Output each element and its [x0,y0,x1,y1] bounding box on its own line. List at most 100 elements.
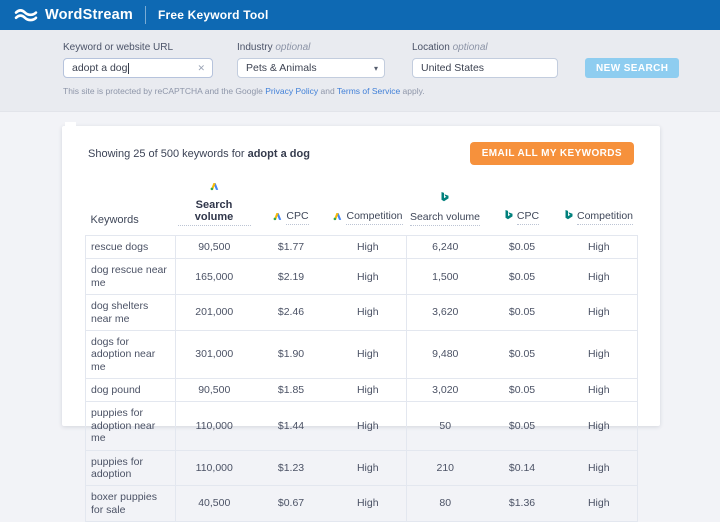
table-row: rescue dogs90,500$1.77High6,240$0.05High [86,236,638,259]
keyword-input-label: Keyword or website URL [63,42,213,53]
google-competition-cell: High [330,450,407,486]
google-search-volume-cell: 301,000 [176,330,253,378]
results-summary: Showing 25 of 500 keywords for adopt a d… [88,148,310,160]
industry-select-label: Industry optional [237,42,385,53]
bing-cpc-cell: $0.05 [484,379,561,402]
keyword-table-body: rescue dogs90,500$1.77High6,240$0.05High… [86,236,638,522]
top-bar: WordStream Free Keyword Tool [0,0,720,30]
google-cpc-cell: $1.77 [253,236,330,259]
page-title: Free Keyword Tool [158,8,269,22]
google-search-volume-cell: 165,000 [176,259,253,295]
bing-cpc-cell: $0.05 [484,295,561,331]
bing-competition-cell: High [561,295,638,331]
chevron-down-icon: ▾ [374,65,378,73]
google-search-volume-cell: 90,500 [176,236,253,259]
bing-cpc-cell: $0.05 [484,402,561,450]
google-search-volume-cell: 40,500 [176,486,253,522]
bing-search-volume-cell: 3,020 [407,379,484,402]
bing-search-volume-cell: 80 [407,486,484,522]
google-competition-cell: High [330,379,407,402]
bing-competition-cell: High [561,486,638,522]
recaptcha-notice: This site is protected by reCAPTCHA and … [63,86,720,96]
text-caret [128,63,129,74]
keyword-cell: puppies for adoption near me [86,402,176,450]
google-search-volume-cell: 110,000 [176,402,253,450]
google-search-volume-column-header[interactable]: Search volume [176,176,253,236]
bing-cpc-cell: $1.36 [484,486,561,522]
google-search-volume-cell: 110,000 [176,450,253,486]
bing-search-volume-cell: 1,500 [407,259,484,295]
bing-search-volume-cell: 6,240 [407,236,484,259]
bing-cpc-cell: $0.05 [484,330,561,378]
bing-icon [565,208,573,226]
google-search-volume-cell: 90,500 [176,379,253,402]
google-competition-cell: High [330,259,407,295]
google-cpc-cell: $2.46 [253,295,330,331]
google-search-volume-cell: 201,000 [176,295,253,331]
keywords-column-header: Keywords [86,176,176,236]
table-row: dog pound90,500$1.85High3,020$0.05High [86,379,638,402]
bing-search-volume-cell: 3,620 [407,295,484,331]
privacy-policy-link[interactable]: Privacy Policy [265,86,318,96]
google-cpc-cell: $1.90 [253,330,330,378]
google-cpc-cell: $1.23 [253,450,330,486]
google-cpc-column-header[interactable]: CPC [253,176,330,236]
new-search-button[interactable]: NEW SEARCH [585,58,679,78]
bing-icon [505,208,513,226]
bing-cpc-cell: $0.14 [484,450,561,486]
keyword-cell: rescue dogs [86,236,176,259]
google-competition-cell: High [330,330,407,378]
keyword-cell: puppies for adoption [86,450,176,486]
bing-cpc-cell: $0.05 [484,236,561,259]
keyword-cell: dog pound [86,379,176,402]
google-cpc-cell: $0.67 [253,486,330,522]
terms-of-service-link[interactable]: Terms of Service [337,86,400,96]
header-divider [145,6,146,24]
google-cpc-cell: $1.85 [253,379,330,402]
table-row: puppies for adoption near me110,000$1.44… [86,402,638,450]
bing-competition-cell: High [561,450,638,486]
bing-competition-cell: High [561,402,638,450]
google-ads-icon [333,208,342,226]
bing-competition-cell: High [561,330,638,378]
google-competition-cell: High [330,402,407,450]
bing-competition-cell: High [561,379,638,402]
bing-competition-cell: High [561,259,638,295]
brand-name: WordStream [45,7,133,23]
google-ads-icon [273,208,282,226]
email-all-keywords-button[interactable]: EMAIL ALL MY KEYWORDS [470,142,634,165]
keyword-cell: dogs for adoption near me [86,330,176,378]
results-card: Showing 25 of 500 keywords for adopt a d… [62,126,660,426]
location-input-label: Location optional [412,42,558,53]
table-header-row: Keywords Search volume [86,176,638,236]
table-row: dogs for adoption near me301,000$1.90Hig… [86,330,638,378]
google-competition-cell: High [330,486,407,522]
keyword-cell: dog shelters near me [86,295,176,331]
location-input[interactable]: United States [412,58,558,78]
google-cpc-cell: $1.44 [253,402,330,450]
wordstream-logo[interactable]: WordStream [14,7,133,23]
google-ads-icon [210,178,219,196]
table-row: boxer puppies for sale40,500$0.67High80$… [86,486,638,522]
bing-cpc-column-header[interactable]: CPC [484,176,561,236]
bing-search-volume-cell: 9,480 [407,330,484,378]
bing-search-volume-cell: 210 [407,450,484,486]
bing-search-volume-cell: 50 [407,402,484,450]
google-competition-cell: High [330,295,407,331]
search-section: Keyword or website URL adopt a dog ✕ Ind… [0,30,720,112]
bing-cpc-cell: $0.05 [484,259,561,295]
google-competition-column-header[interactable]: Competition [330,176,407,236]
google-competition-cell: High [330,236,407,259]
google-cpc-cell: $2.19 [253,259,330,295]
bing-competition-column-header[interactable]: Competition [561,176,638,236]
table-row: puppies for adoption110,000$1.23High210$… [86,450,638,486]
keyword-input[interactable]: adopt a dog [63,58,213,78]
keyword-cell: boxer puppies for sale [86,486,176,522]
table-row: dog rescue near me165,000$2.19High1,500$… [86,259,638,295]
bing-search-volume-column-header[interactable]: Search volume [407,176,484,236]
waves-logo-icon [14,8,38,22]
keyword-results-table: Keywords Search volume [85,176,638,522]
clear-input-icon[interactable]: ✕ [197,64,205,73]
bing-icon [441,190,449,208]
industry-select[interactable]: Pets & Animals [237,58,385,78]
